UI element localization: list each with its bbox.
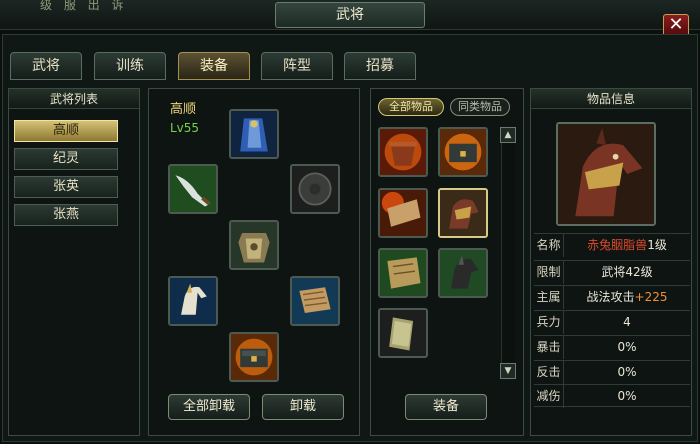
item-name-text: 赤兔胭脂兽 [587, 238, 648, 252]
general-item-zhangyan[interactable]: 张燕 [14, 204, 118, 226]
top-left-caption: 级 服 出 诉 [40, 0, 128, 12]
item-level-text: 1级 [647, 238, 667, 252]
info-row-restriction: 限制 武将42级 [534, 260, 690, 284]
info-row-damage-reduction: 减伤 0% [534, 384, 690, 408]
inventory-scroll-fire-icon[interactable] [378, 188, 428, 238]
info-label-troops: 兵力 [534, 311, 564, 334]
inventory-scrollbar[interactable] [501, 143, 515, 363]
cloak-icon[interactable] [229, 109, 279, 159]
inventory-map-icon[interactable] [378, 248, 428, 298]
window-title: 武将 [275, 2, 425, 28]
info-value-main-attr: 战法攻击+225 [564, 286, 690, 309]
info-row-troops: 兵力 4 [534, 310, 690, 334]
inventory-black-horse-icon[interactable] [438, 248, 488, 298]
main-attr-text: 战法攻击 [586, 290, 635, 304]
info-value-crit: 0% [617, 340, 637, 354]
info-value-name: 赤兔胭脂兽1级 [564, 234, 690, 257]
tab-recruit[interactable]: 招募 [344, 52, 416, 80]
hero-level: Lv55 [170, 121, 200, 135]
inventory-box-icon[interactable] [438, 127, 488, 177]
main-attr-bonus: +225 [634, 290, 668, 304]
info-label-damage-reduction: 减伤 [534, 385, 564, 408]
info-value-troops: 4 [623, 315, 631, 329]
scroll-up-button[interactable]: ▲ [500, 127, 516, 143]
general-item-jiling[interactable]: 纪灵 [14, 148, 118, 170]
info-row-counter: 反击 0% [534, 360, 690, 384]
equip-button[interactable]: 装备 [405, 394, 487, 420]
filter-all-items[interactable]: 全部物品 [378, 98, 444, 116]
info-value-counter: 0% [617, 365, 637, 379]
info-row-name: 名称 赤兔胭脂兽1级 [534, 233, 690, 257]
scroll-book-icon[interactable] [290, 276, 340, 326]
tab-generals[interactable]: 武将 [10, 52, 82, 80]
hero-name: 高顺 [170, 102, 197, 117]
item-info-title: 物品信息 [531, 89, 691, 109]
tab-formation[interactable]: 阵型 [261, 52, 333, 80]
filter-same-type[interactable]: 同类物品 [450, 98, 510, 116]
generals-list-title: 武将列表 [9, 89, 139, 109]
inventory-tablet-icon[interactable] [378, 308, 428, 358]
inventory-cauldron-icon[interactable] [378, 127, 428, 177]
inventory-horse-saddle-icon[interactable] [438, 188, 488, 238]
scroll-down-button[interactable]: ▼ [500, 363, 516, 379]
tab-equipment[interactable]: 装备 [178, 52, 250, 80]
general-item-gaoshun[interactable]: 高顺 [14, 120, 118, 142]
war-horse-icon[interactable] [168, 276, 218, 326]
info-value-damage-reduction: 0% [617, 389, 637, 403]
info-row-main-attr: 主属 战法攻击+225 [534, 285, 690, 309]
info-value-restriction: 武将42级 [601, 265, 653, 279]
info-label-crit: 暴击 [534, 336, 564, 359]
info-label-name: 名称 [534, 234, 564, 257]
general-item-zhangying[interactable]: 张英 [14, 176, 118, 198]
info-label-counter: 反击 [534, 361, 564, 384]
info-row-crit: 暴击 0% [534, 335, 690, 359]
empty-shield-slot-icon[interactable] [290, 164, 340, 214]
unequip-button[interactable]: 卸载 [262, 394, 344, 420]
info-label-restriction: 限制 [534, 261, 564, 284]
armor-icon[interactable] [229, 220, 279, 270]
tab-training[interactable]: 训练 [94, 52, 166, 80]
treasure-box-icon[interactable] [229, 332, 279, 382]
info-label-main-attr: 主属 [534, 286, 564, 309]
item-preview-horse-icon [556, 122, 656, 226]
blade-weapon-icon[interactable] [168, 164, 218, 214]
unequip-all-button[interactable]: 全部卸载 [168, 394, 250, 420]
